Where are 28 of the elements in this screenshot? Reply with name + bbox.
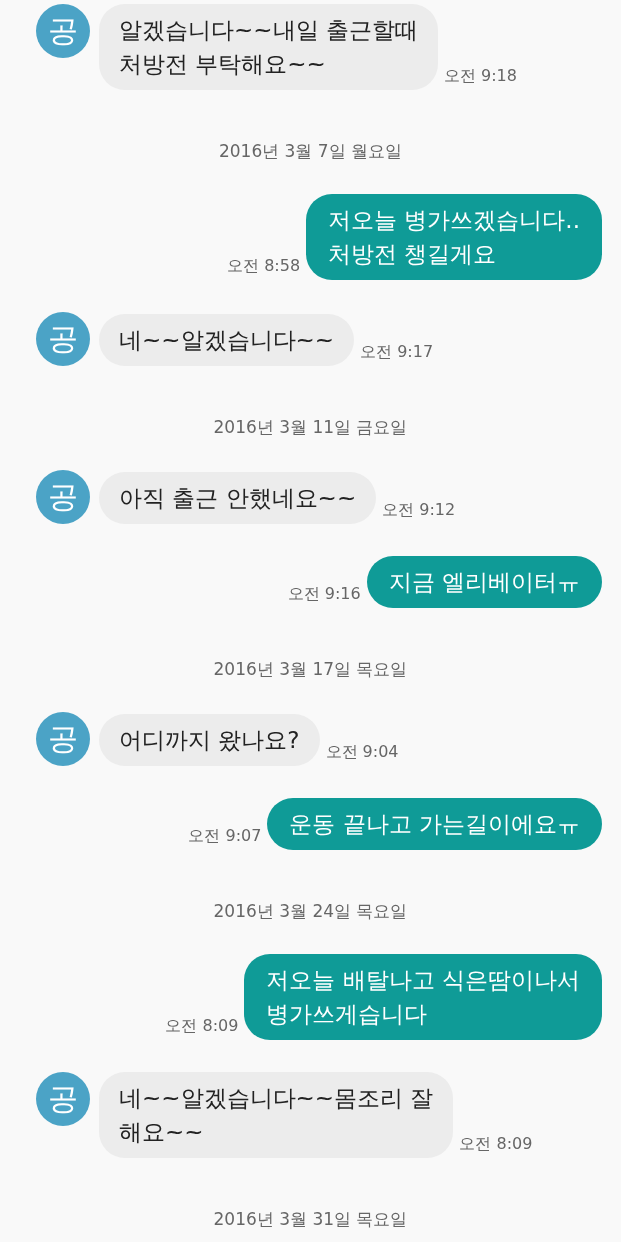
- sent-message: 저오늘 배탈나고 식은땀이나서 병가쓰게습니다: [244, 954, 602, 1040]
- message-time: 오전 9:07: [188, 825, 262, 847]
- contact-avatar[interactable]: 공: [36, 312, 90, 366]
- message-time: 오전 8:09: [165, 1015, 239, 1037]
- sent-message: 운동 끝나고 가는길이에요ㅠ: [267, 798, 602, 850]
- date-divider: 2016년 3월 11일 금요일: [213, 416, 408, 438]
- date-divider: 2016년 3월 24일 목요일: [213, 900, 408, 922]
- received-message: 알겠습니다~~내일 출근할때 처방전 부탁해요~~: [99, 4, 438, 90]
- message-time: 오전 8:58: [227, 255, 301, 277]
- sent-message: 지금 엘리베이터ㅠ: [366, 556, 602, 608]
- received-message: 네~~알겠습니다~~: [99, 314, 355, 366]
- received-message: 어디까지 왔나요?: [99, 714, 320, 766]
- message-time: 오전 9:04: [325, 741, 399, 763]
- message-time: 오전 9:12: [382, 499, 456, 521]
- received-message: 아직 출근 안했네요~~: [99, 472, 377, 524]
- sent-message: 저오늘 병가쓰겠습니다.. 처방전 챙길게요: [306, 194, 602, 280]
- message-time: 오전 8:09: [459, 1133, 533, 1155]
- contact-avatar[interactable]: 공: [36, 4, 90, 58]
- date-divider: 2016년 3월 31일 목요일: [213, 1208, 408, 1230]
- message-time: 오전 9:17: [360, 341, 434, 363]
- received-message: 네~~알겠습니다~~몸조리 잘 해요~~: [99, 1072, 454, 1158]
- date-divider: 2016년 3월 7일 월요일: [218, 140, 403, 162]
- message-time: 오전 9:18: [443, 65, 517, 87]
- date-divider: 2016년 3월 17일 목요일: [213, 658, 408, 680]
- message-time: 오전 9:16: [287, 583, 361, 605]
- contact-avatar[interactable]: 공: [36, 470, 90, 524]
- contact-avatar[interactable]: 공: [36, 1072, 90, 1126]
- contact-avatar[interactable]: 공: [36, 712, 90, 766]
